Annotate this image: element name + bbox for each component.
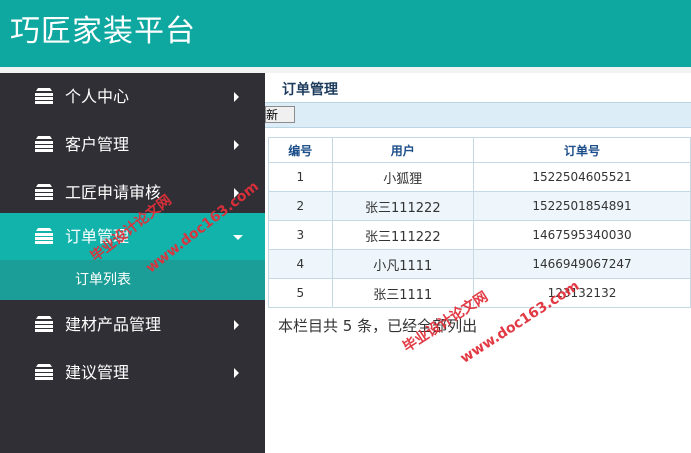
layers-icon <box>35 136 53 152</box>
refresh-button[interactable]: 刷新 <box>265 106 295 123</box>
main-content: 订单管理 刷新 编号 用户 订单号 1 小狐狸 1522504605521 2 … <box>265 73 691 453</box>
cell-id: 2 <box>268 191 333 221</box>
sidebar-item-customers[interactable]: 客户管理 <box>0 121 265 169</box>
sidebar-item-label: 建材产品管理 <box>65 315 162 334</box>
sidebar-subitem-order-list[interactable]: 订单列表 <box>0 260 265 300</box>
cell-order-no: 123132132 <box>472 278 691 308</box>
cell-order-no: 1522504605521 <box>472 162 691 192</box>
chevron-right-icon <box>234 320 239 330</box>
sidebar-item-label: 建议管理 <box>65 363 130 382</box>
sidebar-item-label: 个人中心 <box>65 87 130 106</box>
layers-icon <box>35 88 53 104</box>
sidebar: 个人中心 客户管理 工匠申请审核 订单管理 订单列表 建材产品管理 建议管理 <box>0 73 265 453</box>
orders-table: 编号 用户 订单号 1 小狐狸 1522504605521 2 张三111222… <box>268 137 691 308</box>
app-title: 巧匠家装平台 <box>10 14 196 49</box>
layers-icon <box>35 316 53 332</box>
page-title: 订单管理 <box>282 82 338 98</box>
refresh-button-label: 刷新 <box>266 108 279 122</box>
layers-icon <box>35 228 53 244</box>
cell-id: 4 <box>268 249 333 279</box>
cell-user: 小凡1111 <box>331 249 474 279</box>
toolbar: 刷新 <box>265 102 691 128</box>
table-row[interactable]: 1 小狐狸 1522504605521 <box>268 162 691 192</box>
table-row[interactable]: 4 小凡1111 1466949067247 <box>268 249 691 279</box>
layers-icon <box>35 364 53 380</box>
sidebar-item-suggestions[interactable]: 建议管理 <box>0 349 265 397</box>
table-row[interactable]: 3 张三111222 1467595340030 <box>268 220 691 250</box>
table-row[interactable]: 2 张三111222 1522501854891 <box>268 191 691 221</box>
layers-icon <box>35 184 53 200</box>
column-header-user: 用户 <box>331 137 474 163</box>
column-header-order-no: 订单号 <box>472 137 691 163</box>
cell-id: 5 <box>268 278 333 308</box>
app-header: 巧匠家装平台 <box>0 0 691 67</box>
cell-order-no: 1466949067247 <box>472 249 691 279</box>
sidebar-subitem-label: 订单列表 <box>75 272 131 288</box>
chevron-right-icon <box>234 92 239 102</box>
sidebar-item-personal-center[interactable]: 个人中心 <box>0 73 265 121</box>
chevron-down-icon <box>233 235 243 240</box>
cell-id: 1 <box>268 162 333 192</box>
table-header-row: 编号 用户 订单号 <box>268 137 691 163</box>
chevron-right-icon <box>234 368 239 378</box>
sidebar-item-materials[interactable]: 建材产品管理 <box>0 301 265 349</box>
cell-order-no: 1467595340030 <box>472 220 691 250</box>
cell-user: 张三111222 <box>331 191 474 221</box>
column-header-id: 编号 <box>268 137 333 163</box>
cell-user: 小狐狸 <box>331 162 474 192</box>
sidebar-item-label: 客户管理 <box>65 135 130 154</box>
cell-user: 张三111222 <box>331 220 474 250</box>
cell-order-no: 1522501854891 <box>472 191 691 221</box>
chevron-right-icon <box>234 140 239 150</box>
cell-id: 3 <box>268 220 333 250</box>
